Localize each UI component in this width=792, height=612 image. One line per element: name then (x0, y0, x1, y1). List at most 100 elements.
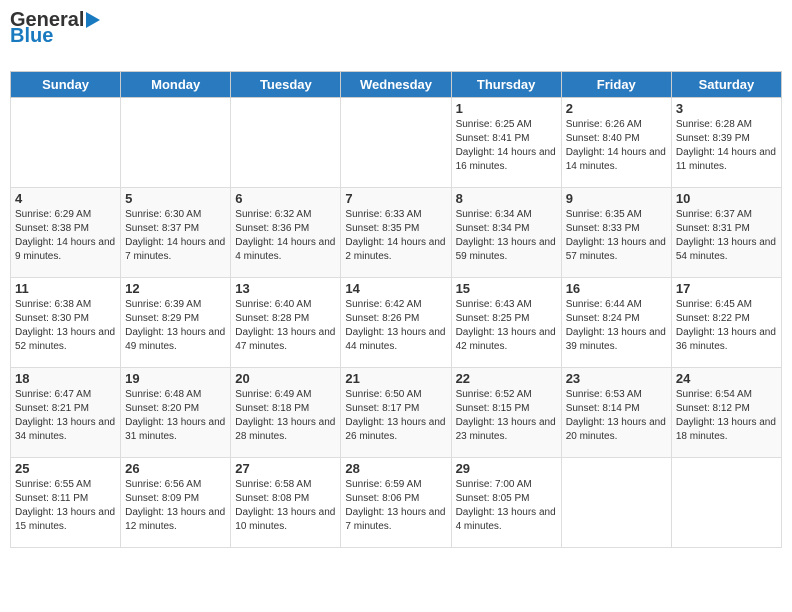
logo: General Blue (10, 10, 100, 65)
calendar-cell: 18 Sunrise: 6:47 AM Sunset: 8:21 PM Dayli… (11, 368, 121, 458)
calendar-cell (671, 458, 781, 548)
day-number: 1 (456, 101, 557, 116)
day-info: Sunrise: 6:55 AM Sunset: 8:11 PM Dayligh… (15, 478, 116, 534)
day-info: Sunrise: 6:49 AM Sunset: 8:18 PM Dayligh… (235, 388, 336, 444)
day-number: 28 (345, 461, 446, 476)
calendar-cell: 12 Sunrise: 6:39 AM Sunset: 8:29 PM Dayli… (121, 278, 231, 368)
day-info: Sunrise: 6:33 AM Sunset: 8:35 PM Dayligh… (345, 208, 446, 264)
day-number: 6 (235, 191, 336, 206)
day-info: Sunrise: 6:52 AM Sunset: 8:15 PM Dayligh… (456, 388, 557, 444)
day-info: Sunrise: 6:44 AM Sunset: 8:24 PM Dayligh… (566, 298, 667, 354)
calendar-cell: 22 Sunrise: 6:52 AM Sunset: 8:15 PM Dayli… (451, 368, 561, 458)
day-info: Sunrise: 6:39 AM Sunset: 8:29 PM Dayligh… (125, 298, 226, 354)
calendar-cell: 20 Sunrise: 6:49 AM Sunset: 8:18 PM Dayli… (231, 368, 341, 458)
day-info: Sunrise: 6:25 AM Sunset: 8:41 PM Dayligh… (456, 118, 557, 174)
day-number: 10 (676, 191, 777, 206)
day-number: 4 (15, 191, 116, 206)
day-info: Sunrise: 6:34 AM Sunset: 8:34 PM Dayligh… (456, 208, 557, 264)
day-number: 27 (235, 461, 336, 476)
week-row-4: 18 Sunrise: 6:47 AM Sunset: 8:21 PM Dayli… (11, 368, 782, 458)
day-info: Sunrise: 6:48 AM Sunset: 8:20 PM Dayligh… (125, 388, 226, 444)
day-number: 17 (676, 281, 777, 296)
calendar-cell: 2 Sunrise: 6:26 AM Sunset: 8:40 PM Daylig… (561, 98, 671, 188)
day-info: Sunrise: 7:00 AM Sunset: 8:05 PM Dayligh… (456, 478, 557, 534)
day-info: Sunrise: 6:45 AM Sunset: 8:22 PM Dayligh… (676, 298, 777, 354)
weekday-header-row: SundayMondayTuesdayWednesdayThursdayFrid… (11, 72, 782, 98)
day-number: 15 (456, 281, 557, 296)
calendar-cell: 13 Sunrise: 6:40 AM Sunset: 8:28 PM Dayli… (231, 278, 341, 368)
day-number: 23 (566, 371, 667, 386)
calendar-cell (11, 98, 121, 188)
day-info: Sunrise: 6:54 AM Sunset: 8:12 PM Dayligh… (676, 388, 777, 444)
calendar-cell: 7Sunrise: 6:33 AM Sunset: 8:35 PM Daylig… (341, 188, 451, 278)
day-info: Sunrise: 6:59 AM Sunset: 8:06 PM Dayligh… (345, 478, 446, 534)
calendar-cell: 26 Sunrise: 6:56 AM Sunset: 8:09 PM Dayli… (121, 458, 231, 548)
calendar-cell: 24 Sunrise: 6:54 AM Sunset: 8:12 PM Dayli… (671, 368, 781, 458)
day-number: 24 (676, 371, 777, 386)
day-info: Sunrise: 6:42 AM Sunset: 8:26 PM Dayligh… (345, 298, 446, 354)
calendar-cell: 5 Sunrise: 6:30 AM Sunset: 8:37 PM Daylig… (121, 188, 231, 278)
day-info: Sunrise: 6:53 AM Sunset: 8:14 PM Dayligh… (566, 388, 667, 444)
day-info: Sunrise: 6:58 AM Sunset: 8:08 PM Dayligh… (235, 478, 336, 534)
day-number: 18 (15, 371, 116, 386)
weekday-header-monday: Monday (121, 72, 231, 98)
week-row-2: 4Sunrise: 6:29 AM Sunset: 8:38 PM Daylig… (11, 188, 782, 278)
day-number: 29 (456, 461, 557, 476)
calendar-cell: 4Sunrise: 6:29 AM Sunset: 8:38 PM Daylig… (11, 188, 121, 278)
day-number: 2 (566, 101, 667, 116)
calendar-cell: 14 Sunrise: 6:42 AM Sunset: 8:26 PM Dayli… (341, 278, 451, 368)
day-info: Sunrise: 6:26 AM Sunset: 8:40 PM Dayligh… (566, 118, 667, 174)
day-info: Sunrise: 6:37 AM Sunset: 8:31 PM Dayligh… (676, 208, 777, 264)
weekday-header-friday: Friday (561, 72, 671, 98)
day-number: 14 (345, 281, 446, 296)
page-header: General Blue (10, 10, 782, 65)
calendar-cell: 10 Sunrise: 6:37 AM Sunset: 8:31 PM Dayli… (671, 188, 781, 278)
day-info: Sunrise: 6:50 AM Sunset: 8:17 PM Dayligh… (345, 388, 446, 444)
calendar-cell: 9 Sunrise: 6:35 AM Sunset: 8:33 PM Daylig… (561, 188, 671, 278)
calendar-cell: 19 Sunrise: 6:48 AM Sunset: 8:20 PM Dayli… (121, 368, 231, 458)
day-info: Sunrise: 6:40 AM Sunset: 8:28 PM Dayligh… (235, 298, 336, 354)
calendar-cell: 25Sunrise: 6:55 AM Sunset: 8:11 PM Dayli… (11, 458, 121, 548)
day-info: Sunrise: 6:56 AM Sunset: 8:09 PM Dayligh… (125, 478, 226, 534)
day-info: Sunrise: 6:38 AM Sunset: 8:30 PM Dayligh… (15, 298, 116, 354)
day-number: 16 (566, 281, 667, 296)
calendar-cell: 6 Sunrise: 6:32 AM Sunset: 8:36 PM Daylig… (231, 188, 341, 278)
calendar-cell (121, 98, 231, 188)
calendar-cell: 28 Sunrise: 6:59 AM Sunset: 8:06 PM Dayli… (341, 458, 451, 548)
weekday-header-saturday: Saturday (671, 72, 781, 98)
calendar-cell: 15 Sunrise: 6:43 AM Sunset: 8:25 PM Dayli… (451, 278, 561, 368)
day-number: 26 (125, 461, 226, 476)
day-number: 5 (125, 191, 226, 206)
logo-arrow-icon (86, 12, 100, 28)
weekday-header-thursday: Thursday (451, 72, 561, 98)
calendar-cell: 16 Sunrise: 6:44 AM Sunset: 8:24 PM Dayli… (561, 278, 671, 368)
calendar-cell: 3Sunrise: 6:28 AM Sunset: 8:39 PM Daylig… (671, 98, 781, 188)
day-number: 11 (15, 281, 116, 296)
weekday-header-wednesday: Wednesday (341, 72, 451, 98)
day-info: Sunrise: 6:43 AM Sunset: 8:25 PM Dayligh… (456, 298, 557, 354)
day-number: 12 (125, 281, 226, 296)
day-number: 13 (235, 281, 336, 296)
day-number: 8 (456, 191, 557, 206)
logo-blue-text: Blue (10, 25, 53, 47)
week-row-5: 25Sunrise: 6:55 AM Sunset: 8:11 PM Dayli… (11, 458, 782, 548)
calendar-cell: 11 Sunrise: 6:38 AM Sunset: 8:30 PM Dayli… (11, 278, 121, 368)
day-number: 19 (125, 371, 226, 386)
day-info: Sunrise: 6:47 AM Sunset: 8:21 PM Dayligh… (15, 388, 116, 444)
calendar-table: SundayMondayTuesdayWednesdayThursdayFrid… (10, 71, 782, 548)
week-row-3: 11 Sunrise: 6:38 AM Sunset: 8:30 PM Dayli… (11, 278, 782, 368)
day-info: Sunrise: 6:30 AM Sunset: 8:37 PM Dayligh… (125, 208, 226, 264)
day-number: 22 (456, 371, 557, 386)
calendar-cell: 27 Sunrise: 6:58 AM Sunset: 8:08 PM Dayli… (231, 458, 341, 548)
day-number: 9 (566, 191, 667, 206)
calendar-cell (341, 98, 451, 188)
week-row-1: 1 Sunrise: 6:25 AM Sunset: 8:41 PM Daylig… (11, 98, 782, 188)
calendar-cell: 23 Sunrise: 6:53 AM Sunset: 8:14 PM Dayli… (561, 368, 671, 458)
weekday-header-sunday: Sunday (11, 72, 121, 98)
calendar-cell: 21Sunrise: 6:50 AM Sunset: 8:17 PM Dayli… (341, 368, 451, 458)
day-info: Sunrise: 6:32 AM Sunset: 8:36 PM Dayligh… (235, 208, 336, 264)
day-number: 20 (235, 371, 336, 386)
calendar-cell: 29 Sunrise: 7:00 AM Sunset: 8:05 PM Dayli… (451, 458, 561, 548)
day-info: Sunrise: 6:35 AM Sunset: 8:33 PM Dayligh… (566, 208, 667, 264)
weekday-header-tuesday: Tuesday (231, 72, 341, 98)
